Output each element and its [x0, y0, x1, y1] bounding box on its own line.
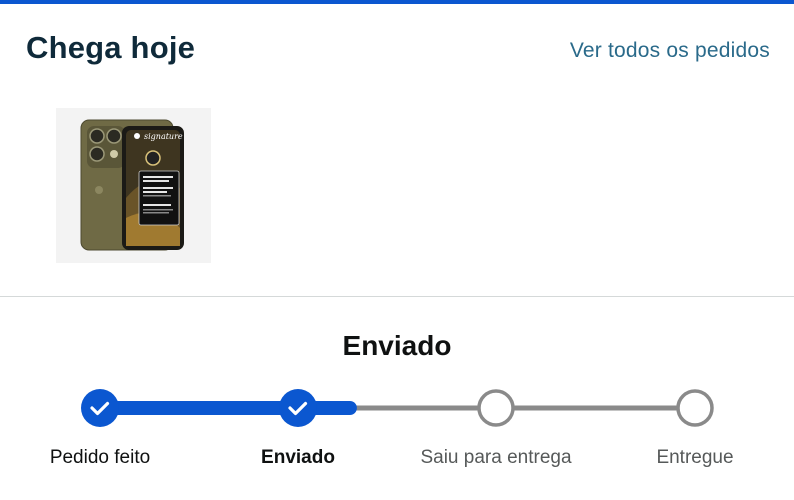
brand-text: signature: [144, 132, 183, 141]
shipment-progress-tracker: [81, 389, 714, 427]
section-divider: [0, 296, 794, 297]
view-all-orders-link[interactable]: Ver todos os pedidos: [570, 39, 770, 63]
step-pending-marker: [477, 389, 515, 427]
delivery-title: Chega hoje: [26, 30, 196, 65]
step-label: Enviado: [261, 447, 335, 468]
step-label: Saiu para entrega: [420, 447, 572, 468]
step-label: Entregue: [656, 447, 734, 468]
motorola-phone-icon: signature: [80, 119, 184, 251]
product-thumbnail[interactable]: signature: [56, 108, 211, 263]
step-pending-marker: [676, 389, 714, 427]
step-complete-marker: [279, 389, 317, 427]
shipment-status-heading: Enviado: [342, 330, 452, 361]
step-complete-marker: [81, 389, 119, 427]
step-label: Pedido feito: [49, 447, 151, 468]
top-accent-bar: [0, 0, 794, 4]
